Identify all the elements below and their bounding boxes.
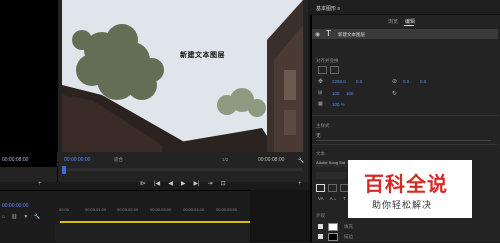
source-add-icon[interactable]: + (38, 181, 42, 187)
anchor-icon[interactable]: ⊘ (392, 78, 397, 85)
watermark-title: 百科全说 (364, 174, 448, 196)
play-icon[interactable]: ▶ (181, 180, 186, 190)
master-style-select[interactable]: 无 (316, 133, 491, 141)
align-vertical-icon[interactable] (318, 66, 327, 74)
tab-browse[interactable]: 浏览 (388, 18, 398, 25)
timeline-scroll-area[interactable] (250, 190, 310, 242)
link-icon[interactable]: ⛓ (11, 214, 17, 220)
export-frame-icon[interactable]: ⊡ (221, 180, 226, 190)
work-area-bar[interactable] (60, 221, 250, 223)
stroke-checkbox[interactable] (318, 234, 323, 239)
overlay-title-text[interactable]: 新建文本图层 (180, 50, 225, 60)
text-section-label: 文本 (316, 151, 325, 156)
divider (312, 144, 498, 145)
scale-value[interactable]: 100 (332, 91, 340, 96)
divider (312, 115, 498, 116)
snap-icon[interactable]: ⌂ (2, 214, 5, 220)
wrench-icon[interactable]: 🔧 (298, 158, 304, 164)
align-left-icon[interactable] (316, 184, 325, 192)
anchor-value[interactable]: 0.0 (403, 79, 409, 84)
appearance-label: 外观 (316, 213, 325, 218)
font-style-select[interactable] (316, 172, 346, 179)
program-duration: 00:00:08:00 (258, 157, 285, 163)
stroke-color-swatch[interactable] (328, 233, 338, 241)
eye-icon[interactable]: ◉ (315, 31, 320, 38)
ruler-tick: 00:00 (59, 207, 70, 212)
transport-controls: ⧐ |◀ ◀ ▶ ▶| ⇥ ⊡ (140, 180, 226, 190)
active-tab-indicator (404, 25, 414, 26)
master-style-value: 无 (316, 133, 321, 138)
timeline-timecode[interactable]: 00:00:00:00 (2, 203, 28, 209)
opacity-value[interactable]: 100 % (332, 102, 345, 107)
align-center-icon[interactable] (328, 184, 337, 192)
source-timecode[interactable]: 00:00:08:00 (2, 157, 28, 163)
lift-icon[interactable]: ⇥ (208, 180, 213, 190)
master-style-label: 主样式 (316, 123, 330, 128)
kerning-icon[interactable]: A↔ (330, 196, 338, 201)
scale-value-2[interactable]: 100 (346, 91, 354, 96)
watermark-subtitle: 助你轻松解决 (372, 200, 433, 210)
timeline-ruler[interactable]: 00:00 00:00:01:00 00:00:02:00 00:00:03:0… (55, 207, 250, 217)
position-x-value[interactable]: 2268.0 (332, 79, 346, 84)
panel-title[interactable]: 基本图形 ≡ (316, 5, 340, 12)
step-forward-icon[interactable]: ▶| (193, 180, 199, 190)
wrench-icon[interactable]: 🔧 (34, 214, 40, 220)
marker-icon[interactable]: ▼ (23, 214, 28, 220)
ruler-tick: 00:00:01:00 (85, 207, 107, 212)
ruler-tick: 00:00:02:00 (117, 207, 139, 212)
rotation-icon[interactable]: ↻ (392, 90, 397, 97)
timeline-tracks[interactable] (55, 224, 250, 242)
tab-edit[interactable]: 编辑 (405, 18, 415, 25)
zoom-fit-select[interactable]: 适合 (114, 157, 123, 163)
program-timecode[interactable]: 00:00:00:00 (64, 157, 90, 163)
fill-color-swatch[interactable] (328, 223, 338, 231)
align-transform-label: 对齐并变换 (316, 58, 339, 63)
source-timebar (0, 167, 57, 182)
ruler-tick: 00:00:05:00 (216, 207, 238, 212)
timeline-tools: ⌂ ⛓ ▼ 🔧 (2, 214, 41, 220)
step-back-icon[interactable]: |◀ (154, 180, 160, 190)
tracking-icon[interactable]: VA (318, 196, 324, 201)
opacity-icon: ▦ (318, 101, 323, 107)
video-frame[interactable] (62, 0, 303, 152)
position-icon: ✥ (318, 79, 324, 85)
scale-icon: ⊞ (318, 90, 323, 96)
ruler-tick: 00:00:04:00 (183, 207, 205, 212)
position-y-value[interactable]: 0.0 (356, 79, 362, 84)
anchor-value-2[interactable]: 0.0 (420, 79, 426, 84)
ruler-tick: 00:00:03:00 (150, 207, 172, 212)
playhead[interactable] (62, 166, 66, 174)
rewind-icon[interactable]: ◀ (168, 180, 173, 190)
font-select[interactable]: Adobe Song Std (316, 160, 348, 167)
stroke-label: 描边 (344, 234, 353, 239)
fill-label: 填充 (344, 224, 353, 229)
text-format-buttons: VA A↔ T (318, 196, 346, 201)
mark-in-icon[interactable]: ⧐ (140, 180, 146, 190)
faux-bold-icon[interactable]: T (343, 196, 346, 201)
align-horizontal-icon[interactable] (330, 66, 339, 74)
program-add-icon[interactable]: + (298, 181, 302, 187)
text-layer-icon: T (326, 29, 331, 38)
align-buttons (318, 66, 339, 74)
playback-resolution-select[interactable]: 1/2 (222, 157, 228, 162)
fill-checkbox[interactable] (318, 224, 323, 229)
layer-name[interactable]: 新建文本图层 (338, 32, 365, 38)
text-align-buttons (316, 184, 349, 192)
source-monitor (0, 0, 57, 182)
program-scrubber[interactable] (62, 168, 302, 171)
video-scene (62, 0, 303, 152)
